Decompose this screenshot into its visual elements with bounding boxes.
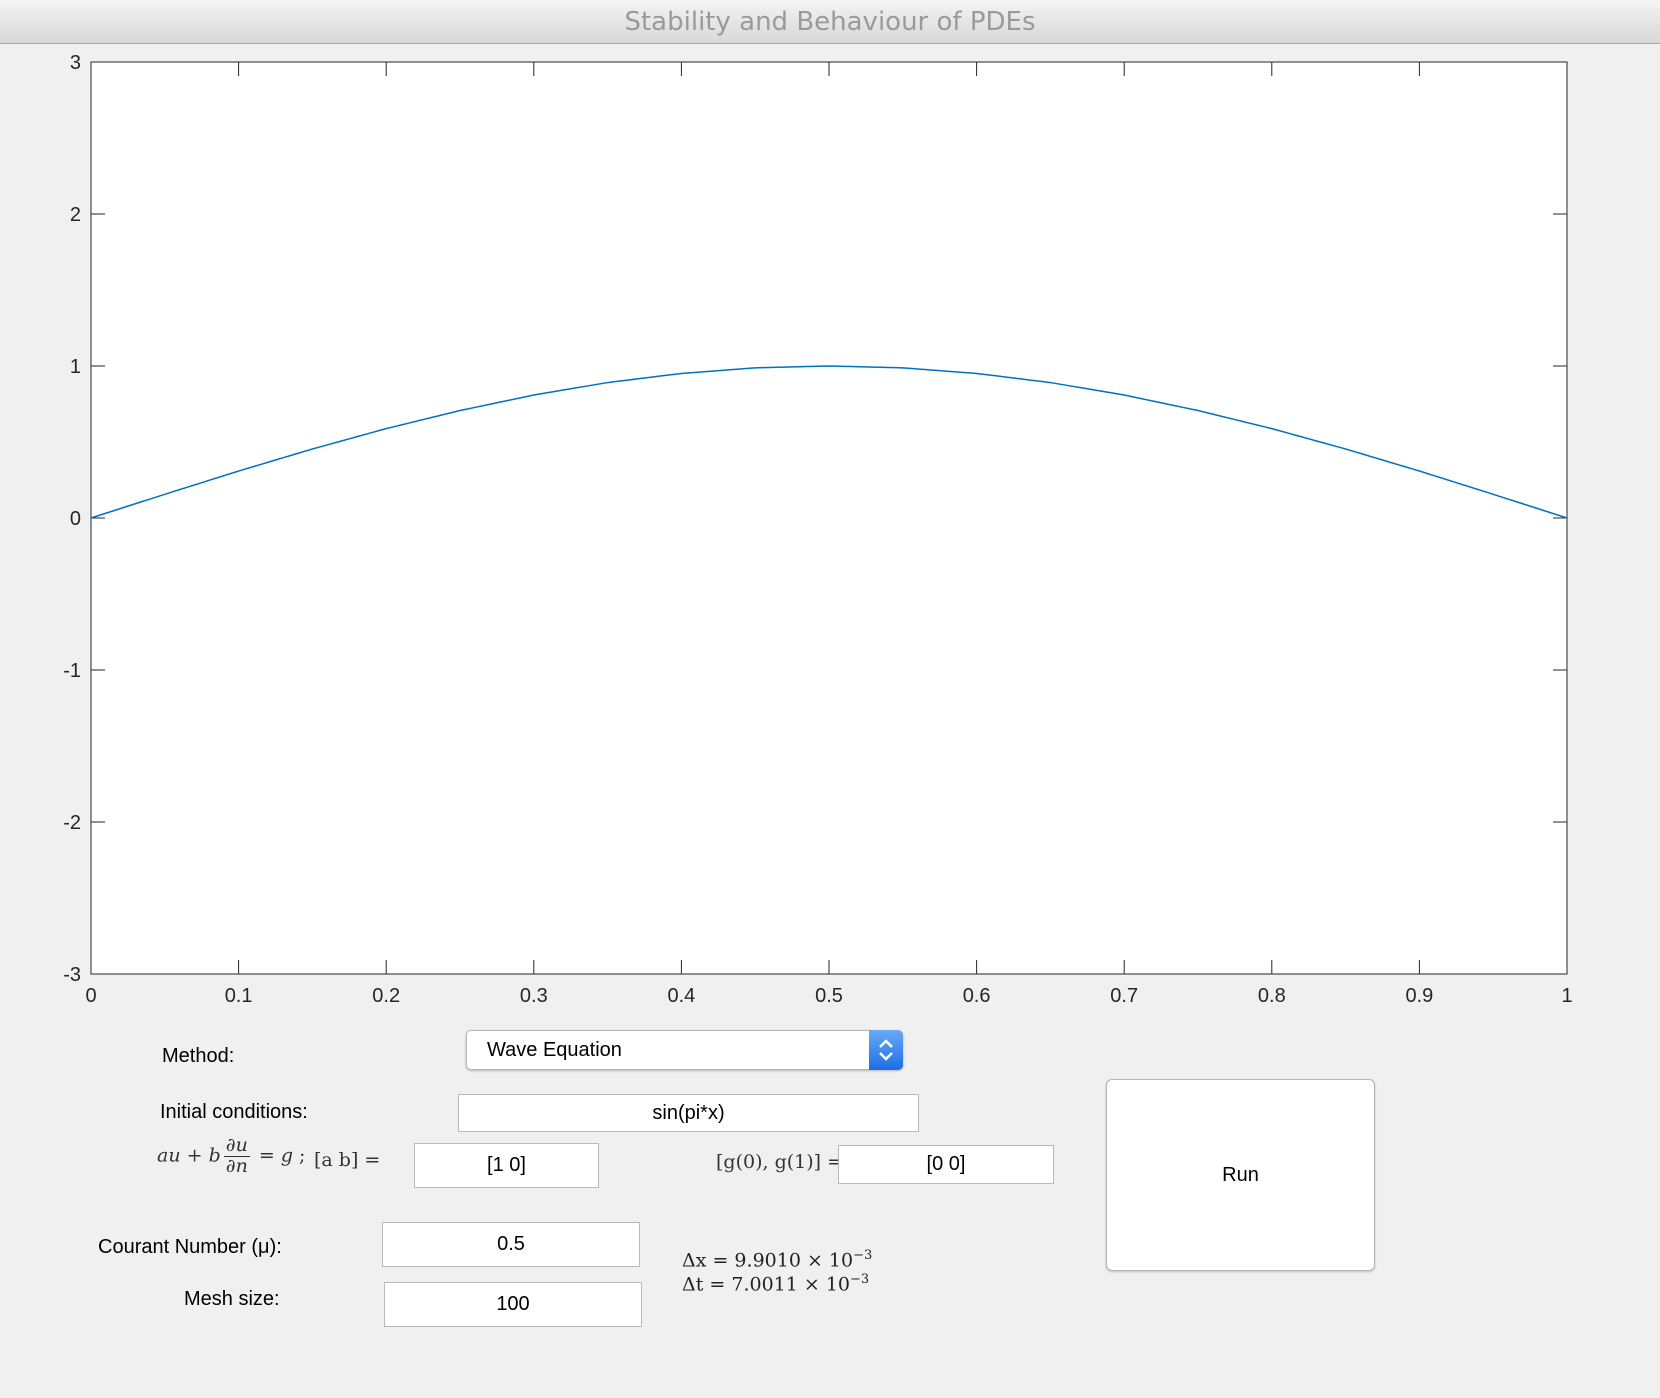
chevron-updown-icon[interactable] [869,1030,903,1070]
run-button[interactable]: Run [1106,1079,1375,1271]
dt-readout: Δt = 7.0011 × 10−3 [682,1272,870,1296]
x-tick-label: 0.6 [963,985,991,1007]
x-tick-label: 0.9 [1405,985,1433,1007]
y-tick-label: 3 [70,52,81,74]
y-tick-label: 1 [70,356,81,378]
x-tick-label: 0.2 [372,985,400,1007]
y-tick-label: -2 [63,812,81,834]
courant-label: Courant Number (μ): [98,1236,282,1258]
x-tick-label: 0.8 [1258,985,1286,1007]
y-tick-label: 2 [70,204,81,226]
x-tick-label: 0.5 [815,985,843,1007]
x-tick-label: 1 [1561,985,1572,1007]
solution-plot: 0 0.1 0.2 0.3 0.4 0.5 0.6 0.7 0.8 0.9 1 -3 -2 -1 0 1 2 3 [63,52,1572,1007]
g-label: [g(0), g(1)] = [716,1151,844,1173]
method-select[interactable]: Wave Equation [466,1030,903,1070]
ab-label: [a b] = [314,1149,381,1171]
method-label: Method: [162,1045,235,1067]
y-tick-label: -1 [63,660,81,682]
dx-readout: Δx = 9.9010 × 10−3 [682,1248,873,1272]
boundary-equation: au + b ∂u ∂n = g ; [157,1134,306,1177]
y-tick-label: 0 [70,508,81,530]
x-tick-label: 0.3 [520,985,548,1007]
x-tick-label: 0.1 [225,985,253,1007]
x-tick-label: 0 [85,985,96,1007]
x-tick-label: 0.7 [1110,985,1138,1007]
y-tick-label: -3 [63,964,81,986]
g-input[interactable] [838,1145,1054,1184]
plot-area [90,61,1568,975]
x-tick-label: 0.4 [667,985,695,1007]
courant-input[interactable] [382,1222,640,1267]
initial-conditions-label: Initial conditions: [160,1101,308,1123]
mesh-label: Mesh size: [184,1288,280,1310]
window-title: Stability and Behaviour of PDEs [0,0,1660,44]
ab-input[interactable] [414,1143,599,1188]
mesh-input[interactable] [384,1282,642,1327]
method-selected-value: Wave Equation [487,1039,622,1061]
initial-conditions-input[interactable] [458,1094,919,1132]
